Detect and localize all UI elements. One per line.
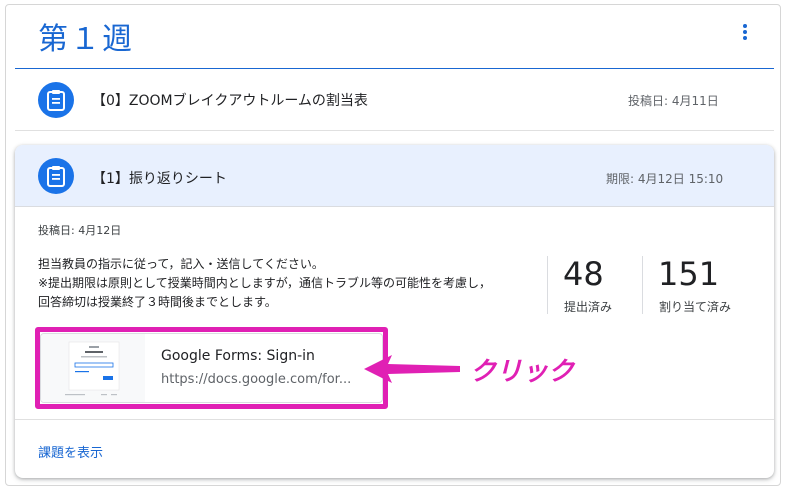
topic-title: 第１週	[38, 22, 134, 57]
assigned-label: 割り当て済み	[659, 300, 732, 314]
callout-label: クリック	[470, 357, 575, 387]
posted-date: 投稿日: 4月12日	[38, 224, 122, 237]
instruction-line: ※提出期限は原則として授業時間内としますが，通信トラブル等の可能性を考慮し，	[38, 276, 491, 290]
assigned-count[interactable]: 151	[658, 255, 719, 293]
stats-divider	[642, 256, 643, 314]
turned-in-label: 提出済み	[564, 300, 613, 314]
stats-divider	[547, 256, 548, 314]
classwork-item-header[interactable]: 【1】振り返りシート 期限: 4月12日 15:10	[15, 145, 774, 207]
instructions: 担当教員の指示に従って，記入・送信してください。 ※提出期限は原則として授業時間…	[38, 255, 558, 312]
turned-in-count[interactable]: 48	[563, 255, 604, 293]
classwork-item-expanded: 【1】振り返りシート 期限: 4月12日 15:10 投稿日: 4月12日 担当…	[15, 145, 774, 478]
item-posted-date: 投稿日: 4月11日	[628, 94, 719, 108]
callout-arrow-icon	[364, 355, 460, 383]
item-title: 【1】振り返りシート	[92, 171, 227, 187]
more-vert-icon[interactable]	[740, 24, 750, 44]
assignment-icon	[38, 158, 74, 194]
footer-divider	[15, 419, 774, 420]
item-due-date: 期限: 4月12日 15:10	[606, 172, 724, 186]
classwork-item-zoom[interactable]: 【0】ZOOMブレイクアウトルームの割当表 投稿日: 4月11日	[15, 69, 774, 131]
instruction-line: 回答締切は授業終了３時間後までとします。	[38, 295, 277, 309]
item-title: 【0】ZOOMブレイクアウトルームの割当表	[92, 93, 368, 109]
callout-highlight-box	[35, 327, 388, 409]
view-assignment-link[interactable]: 課題を表示	[38, 442, 103, 461]
instruction-line: 担当教員の指示に従って，記入・送信してください。	[38, 257, 324, 271]
assignment-icon	[38, 82, 74, 118]
